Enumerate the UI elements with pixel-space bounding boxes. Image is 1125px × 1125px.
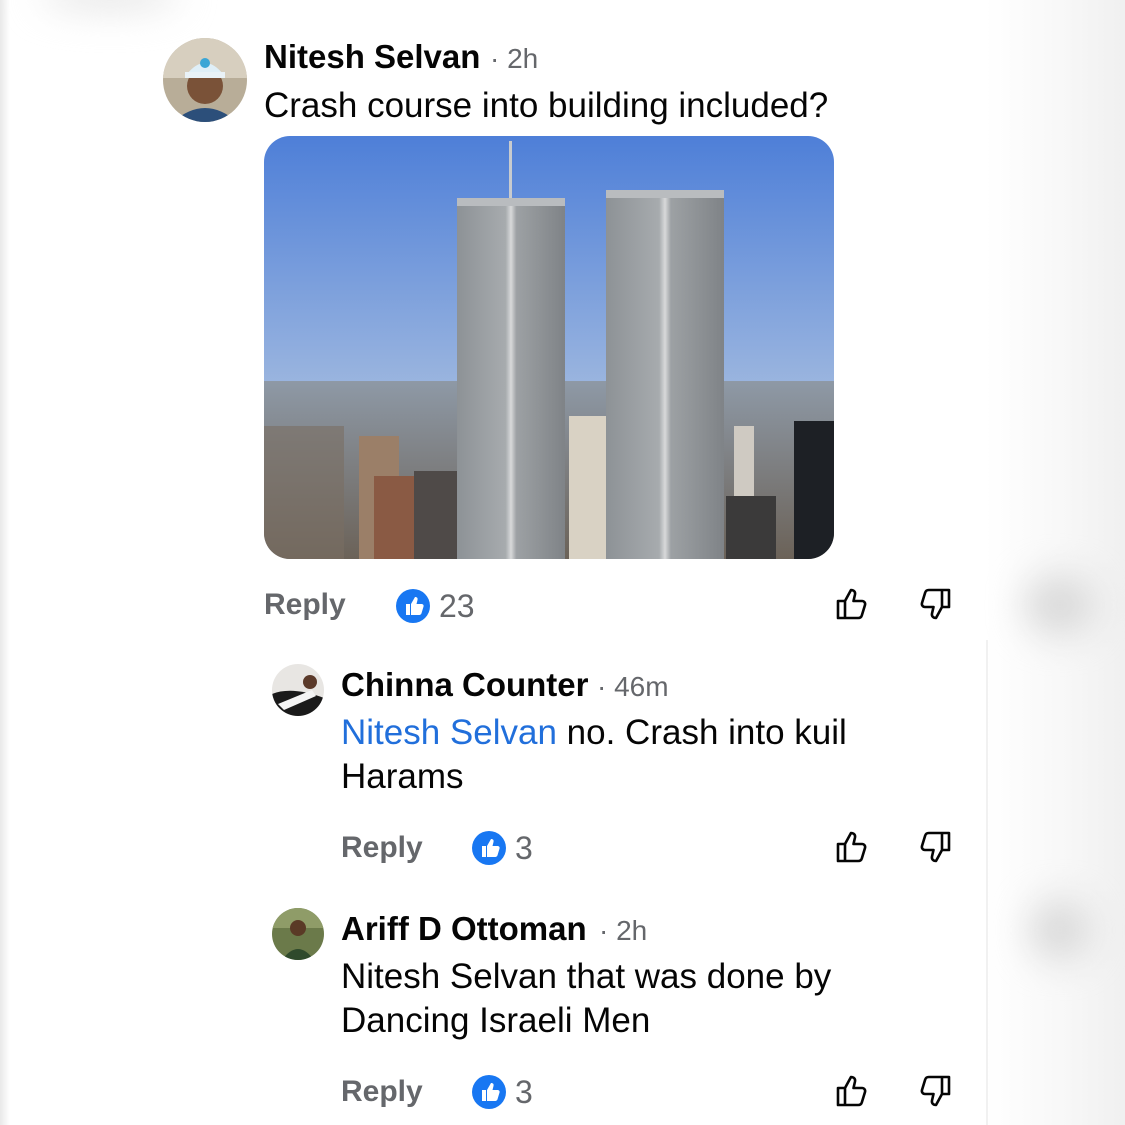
comment-author[interactable]: Chinna Counter	[341, 666, 588, 704]
background-blur	[40, 0, 180, 10]
like-count: 23	[439, 588, 475, 624]
comment-author[interactable]: Nitesh Selvan	[264, 38, 480, 76]
comment-text-segment: no. Crash into kuil	[556, 713, 847, 752]
thumbs-down-icon[interactable]	[915, 584, 955, 624]
like-count: 3	[515, 830, 533, 866]
like-reaction-icon	[472, 831, 506, 865]
reply-button[interactable]: Reply	[264, 588, 346, 622]
thumbs-down-icon[interactable]	[915, 827, 955, 867]
comment-author[interactable]: Ariff D Ottoman	[341, 910, 587, 948]
avatar[interactable]	[272, 664, 324, 716]
avatar[interactable]	[163, 38, 247, 122]
comment-text-segment: Dancing Israeli Men	[341, 1001, 651, 1040]
like-count: 3	[515, 1074, 533, 1110]
comment-time: · 2h	[599, 915, 648, 946]
comment-text-segment: Nitesh Selvan that was done by	[341, 957, 832, 996]
like-reaction-icon	[472, 1075, 506, 1109]
comment-text: Crash course into building included?	[264, 86, 829, 125]
thumbs-up-icon[interactable]	[832, 827, 872, 867]
avatar[interactable]	[272, 908, 324, 960]
background-blur	[1030, 900, 1090, 960]
mention-link[interactable]: Nitesh Selvan	[341, 713, 557, 752]
background-shade	[0, 0, 10, 1125]
comment-text: Nitesh Selvan that was done by Dancing I…	[341, 955, 831, 1043]
divider	[986, 640, 988, 1125]
attached-image[interactable]	[264, 136, 834, 559]
comment-text: Nitesh Selvan no. Crash into kuil Harams	[341, 711, 847, 799]
thumbs-up-icon[interactable]	[832, 1071, 872, 1111]
comment-time: · 46m	[597, 671, 669, 702]
comment-text-segment: Harams	[341, 757, 464, 796]
reply-button[interactable]: Reply	[341, 1075, 423, 1109]
thumbs-down-icon[interactable]	[915, 1071, 955, 1111]
reply-button[interactable]: Reply	[341, 831, 423, 865]
thumbs-up-icon[interactable]	[832, 584, 872, 624]
background-blur	[1025, 575, 1095, 635]
like-reaction-icon	[396, 589, 430, 623]
comment-time: · 2h	[490, 43, 539, 74]
